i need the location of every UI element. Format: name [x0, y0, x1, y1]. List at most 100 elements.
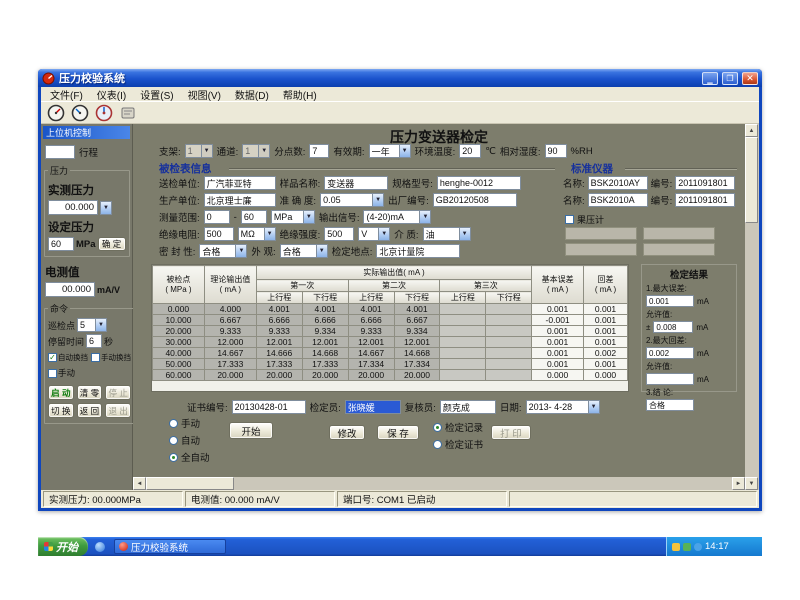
col-theory[interactable]: 理论输出值 ( mA ): [204, 266, 256, 304]
record-radio[interactable]: [433, 423, 442, 432]
verifier-input[interactable]: 张晓媛: [345, 400, 401, 414]
col-actual[interactable]: 实际输出值( mA ): [256, 266, 531, 280]
menu-settings[interactable]: 设置(S): [133, 87, 180, 102]
maker-input[interactable]: 北京理士廉: [204, 193, 276, 207]
sample-input[interactable]: 变送器: [324, 176, 388, 190]
sender-input[interactable]: 广汽菲亚特: [204, 176, 276, 190]
tools-icon[interactable]: [118, 103, 138, 123]
col-up-2[interactable]: 上行程: [348, 292, 394, 304]
serial-input[interactable]: GB20120508: [433, 193, 517, 207]
col-pass3[interactable]: 第三次: [440, 280, 532, 292]
medium-select[interactable]: 油: [423, 227, 471, 241]
taskbar-task-button[interactable]: 压力校验系统: [114, 539, 226, 554]
col-down-1[interactable]: 下行程: [302, 292, 348, 304]
cert-number-input[interactable]: 20130428-01: [232, 400, 306, 414]
table-row[interactable]: 50.00017.33317.33317.33317.33417.3340.00…: [153, 359, 628, 370]
channel-select[interactable]: 1: [242, 144, 270, 158]
resistance-input[interactable]: 500: [204, 227, 234, 241]
results-table-container[interactable]: 被检点 ( MPa ) 理论输出值 ( mA ) 实际输出值( mA ): [151, 264, 629, 392]
maximize-button[interactable]: [722, 72, 738, 85]
standard-name1-input[interactable]: BSK2010AY: [588, 176, 648, 190]
manual-shift-checkbox[interactable]: [91, 353, 100, 362]
scroll-right-arrow[interactable]: ►: [732, 477, 745, 490]
menu-help[interactable]: 帮助(H): [276, 87, 324, 102]
col-up-1[interactable]: 上行程: [256, 292, 302, 304]
scroll-thumb[interactable]: [146, 477, 234, 490]
env-temp-input[interactable]: 20: [459, 144, 481, 158]
minimize-button[interactable]: [702, 72, 718, 85]
col-pass1[interactable]: 第一次: [256, 280, 348, 292]
dropdown-arrow-icon[interactable]: [258, 144, 270, 158]
tray-input-method-icon[interactable]: [672, 543, 680, 551]
range-unit-select[interactable]: MPa: [271, 210, 315, 224]
tray-network-icon[interactable]: [694, 543, 702, 551]
auto-shift-checkbox[interactable]: [48, 353, 57, 362]
strength-input[interactable]: 500: [324, 227, 354, 241]
location-input[interactable]: 北京计量院: [376, 244, 460, 258]
quick-launch-icon[interactable]: [95, 542, 105, 552]
dropdown-arrow-icon[interactable]: [316, 244, 328, 258]
modify-button[interactable]: 修改: [329, 425, 365, 440]
table-row[interactable]: 40.00014.66714.66614.66814.66714.6680.00…: [153, 348, 628, 359]
patrol-point-select[interactable]: 5: [77, 318, 107, 332]
model-input[interactable]: henghe-0012: [437, 176, 521, 190]
date-select[interactable]: 2013- 4-28: [526, 400, 600, 414]
table-row[interactable]: 0.0004.0004.0014.0014.0014.0010.0010.001: [153, 304, 628, 315]
appearance-select[interactable]: 合格: [280, 244, 328, 258]
zero-button[interactable]: 清 零: [77, 385, 103, 400]
mode-manual-radio[interactable]: [169, 419, 178, 428]
table-row[interactable]: 30.00012.00012.00112.00112.00112.0010.00…: [153, 337, 628, 348]
certificate-radio[interactable]: [433, 440, 442, 449]
dropdown-arrow-icon[interactable]: [419, 210, 431, 224]
mode-full-auto-radio[interactable]: [169, 453, 178, 462]
travel-input[interactable]: [45, 145, 75, 159]
dropdown-arrow-icon[interactable]: [95, 318, 107, 332]
confirm-button[interactable]: 确 定: [98, 237, 126, 251]
standard-name2-input[interactable]: BSK2010A: [588, 193, 648, 207]
dropdown-arrow-icon[interactable]: [303, 210, 315, 224]
reviewer-input[interactable]: 颜克成: [440, 400, 496, 414]
points-input[interactable]: 7: [309, 144, 329, 158]
close-button[interactable]: [742, 72, 758, 85]
standard-no1-input[interactable]: 2011091801: [675, 176, 735, 190]
title-bar[interactable]: 压力校验系统: [38, 69, 762, 87]
begin-button[interactable]: 开始: [229, 422, 273, 439]
start-button[interactable]: 启 动: [48, 385, 74, 400]
col-pass2[interactable]: 第二次: [348, 280, 440, 292]
dropdown-arrow-icon[interactable]: [588, 400, 600, 414]
col-error[interactable]: 基本误差 ( mA ): [532, 266, 584, 304]
menu-view[interactable]: 视图(V): [181, 87, 228, 102]
dropdown-arrow-icon[interactable]: [378, 227, 390, 241]
dwell-time-input[interactable]: 6: [86, 334, 102, 348]
accuracy-select[interactable]: 0.05: [320, 193, 384, 207]
standard-no2-input[interactable]: 2011091801: [675, 193, 735, 207]
horizontal-scrollbar[interactable]: ◄ ►: [133, 477, 745, 490]
table-row[interactable]: 20.0009.3339.3339.3349.3339.3340.0010.00…: [153, 326, 628, 337]
seal-select[interactable]: 合格: [199, 244, 247, 258]
tray-antivirus-icon[interactable]: [683, 543, 691, 551]
return-button[interactable]: 返 回: [77, 403, 103, 418]
resistance-unit-select[interactable]: MΩ: [238, 227, 276, 241]
stop-button[interactable]: 停 止: [105, 385, 131, 400]
gauge-icon-2[interactable]: [70, 103, 90, 123]
col-point[interactable]: 被检点 ( MPa ): [153, 266, 205, 304]
table-row[interactable]: 60.00020.00020.00020.00020.00020.0000.00…: [153, 370, 628, 381]
humidity-input[interactable]: 90: [545, 144, 567, 158]
range-high-input[interactable]: 60: [241, 210, 267, 224]
menu-instrument[interactable]: 仪表(I): [90, 87, 133, 102]
menu-file[interactable]: 文件(F): [43, 87, 90, 102]
table-row[interactable]: 10.0006.6676.6666.6666.6666.667-0.0010.0…: [153, 315, 628, 326]
print-button[interactable]: 打 印: [491, 425, 531, 440]
gauge-icon-1[interactable]: [46, 103, 66, 123]
gauge-checkbox[interactable]: [565, 215, 574, 224]
save-button[interactable]: 保 存: [377, 425, 419, 440]
col-hysteresis[interactable]: 回差 ( mA ): [584, 266, 628, 304]
taskbar-start-button[interactable]: 开始: [38, 537, 88, 556]
set-pressure-input[interactable]: 60: [48, 237, 74, 251]
bracket-select[interactable]: 1: [185, 144, 213, 158]
pressure-unit-dropdown[interactable]: [100, 201, 112, 215]
dropdown-arrow-icon[interactable]: [264, 227, 276, 241]
col-down-2[interactable]: 下行程: [394, 292, 440, 304]
scroll-thum-v[interactable]: [745, 137, 758, 223]
col-down-3[interactable]: 下行程: [486, 292, 532, 304]
